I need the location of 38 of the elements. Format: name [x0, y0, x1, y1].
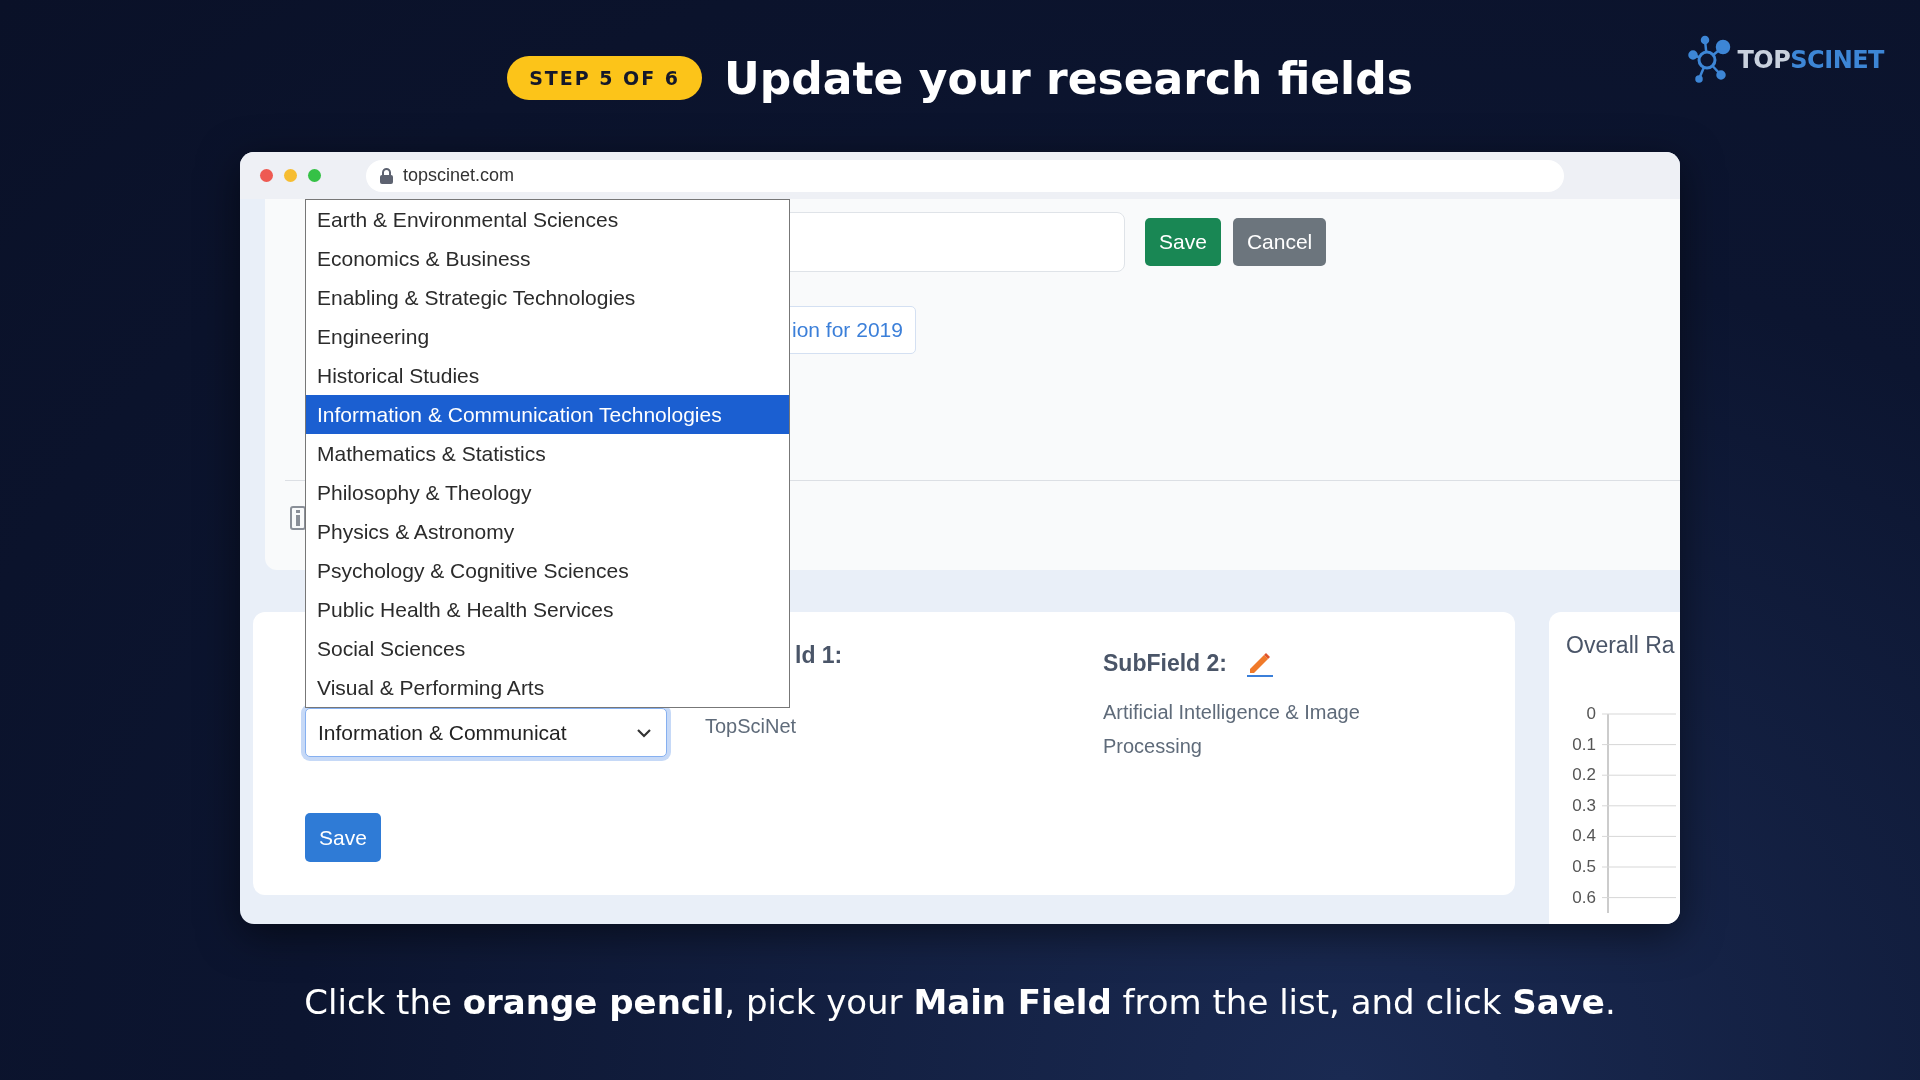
axis-tick-label: 0.4	[1571, 825, 1596, 848]
dropdown-option[interactable]: Visual & Performing Arts	[306, 668, 789, 707]
step-badge: STEP 5 OF 6	[507, 56, 703, 100]
subfield-heading: SubField 2:	[1103, 650, 1227, 677]
dropdown-option[interactable]: Economics & Business	[306, 239, 789, 278]
dropdown-option[interactable]: Social Sciences	[306, 629, 789, 668]
axis-tick-label: 0.2	[1571, 764, 1596, 787]
dropdown-option[interactable]: Information & Communication Technologies	[306, 395, 789, 434]
instruction-caption: Click the orange pencil, pick your Main Field from the list, and click Save.	[304, 982, 1616, 1022]
axis-tick-label: 0.5	[1571, 855, 1596, 878]
axis-tick-label: 0.1	[1571, 733, 1596, 756]
dropdown-option[interactable]: Earth & Environmental Sciences	[306, 200, 789, 239]
dropdown-option[interactable]: Public Health & Health Services	[306, 590, 789, 629]
axis-tick-label: 0	[1585, 703, 1596, 725]
info-icon	[290, 506, 306, 530]
save-button[interactable]: Save	[1145, 218, 1221, 266]
slide-title: Update your research fields	[724, 52, 1413, 104]
axis-tick-label: 0.6	[1571, 886, 1596, 909]
pencil-icon[interactable]	[1244, 650, 1273, 677]
dropdown-option[interactable]: Philosophy & Theology	[306, 473, 789, 512]
lock-icon	[380, 167, 393, 184]
subfield-heading: ld 1:	[795, 642, 843, 669]
subfield-value: Artificial Intelligence & Image Processing	[1103, 700, 1361, 759]
maximize-window-icon[interactable]	[308, 169, 321, 182]
chevron-down-icon	[636, 727, 652, 738]
save-button[interactable]: Save	[305, 813, 381, 862]
subfield-value: TopSciNet	[705, 714, 797, 739]
dropdown-option[interactable]: Historical Studies	[306, 356, 789, 395]
close-window-icon[interactable]	[260, 169, 273, 182]
minimize-window-icon[interactable]	[284, 169, 297, 182]
logo-text: TOPSCINET	[1737, 46, 1884, 74]
dropdown-option[interactable]: Psychology & Cognitive Sciences	[306, 551, 789, 590]
dropdown-option[interactable]: Mathematics & Statistics	[306, 434, 789, 473]
cancel-button[interactable]: Cancel	[1232, 218, 1327, 266]
chart-title: Overall Ra	[1566, 632, 1676, 659]
address-bar[interactable]: topscinet.com	[366, 159, 1564, 192]
axis-tick-label: 0.3	[1571, 794, 1596, 817]
dropdown-option[interactable]: Physics & Astronomy	[306, 512, 789, 551]
